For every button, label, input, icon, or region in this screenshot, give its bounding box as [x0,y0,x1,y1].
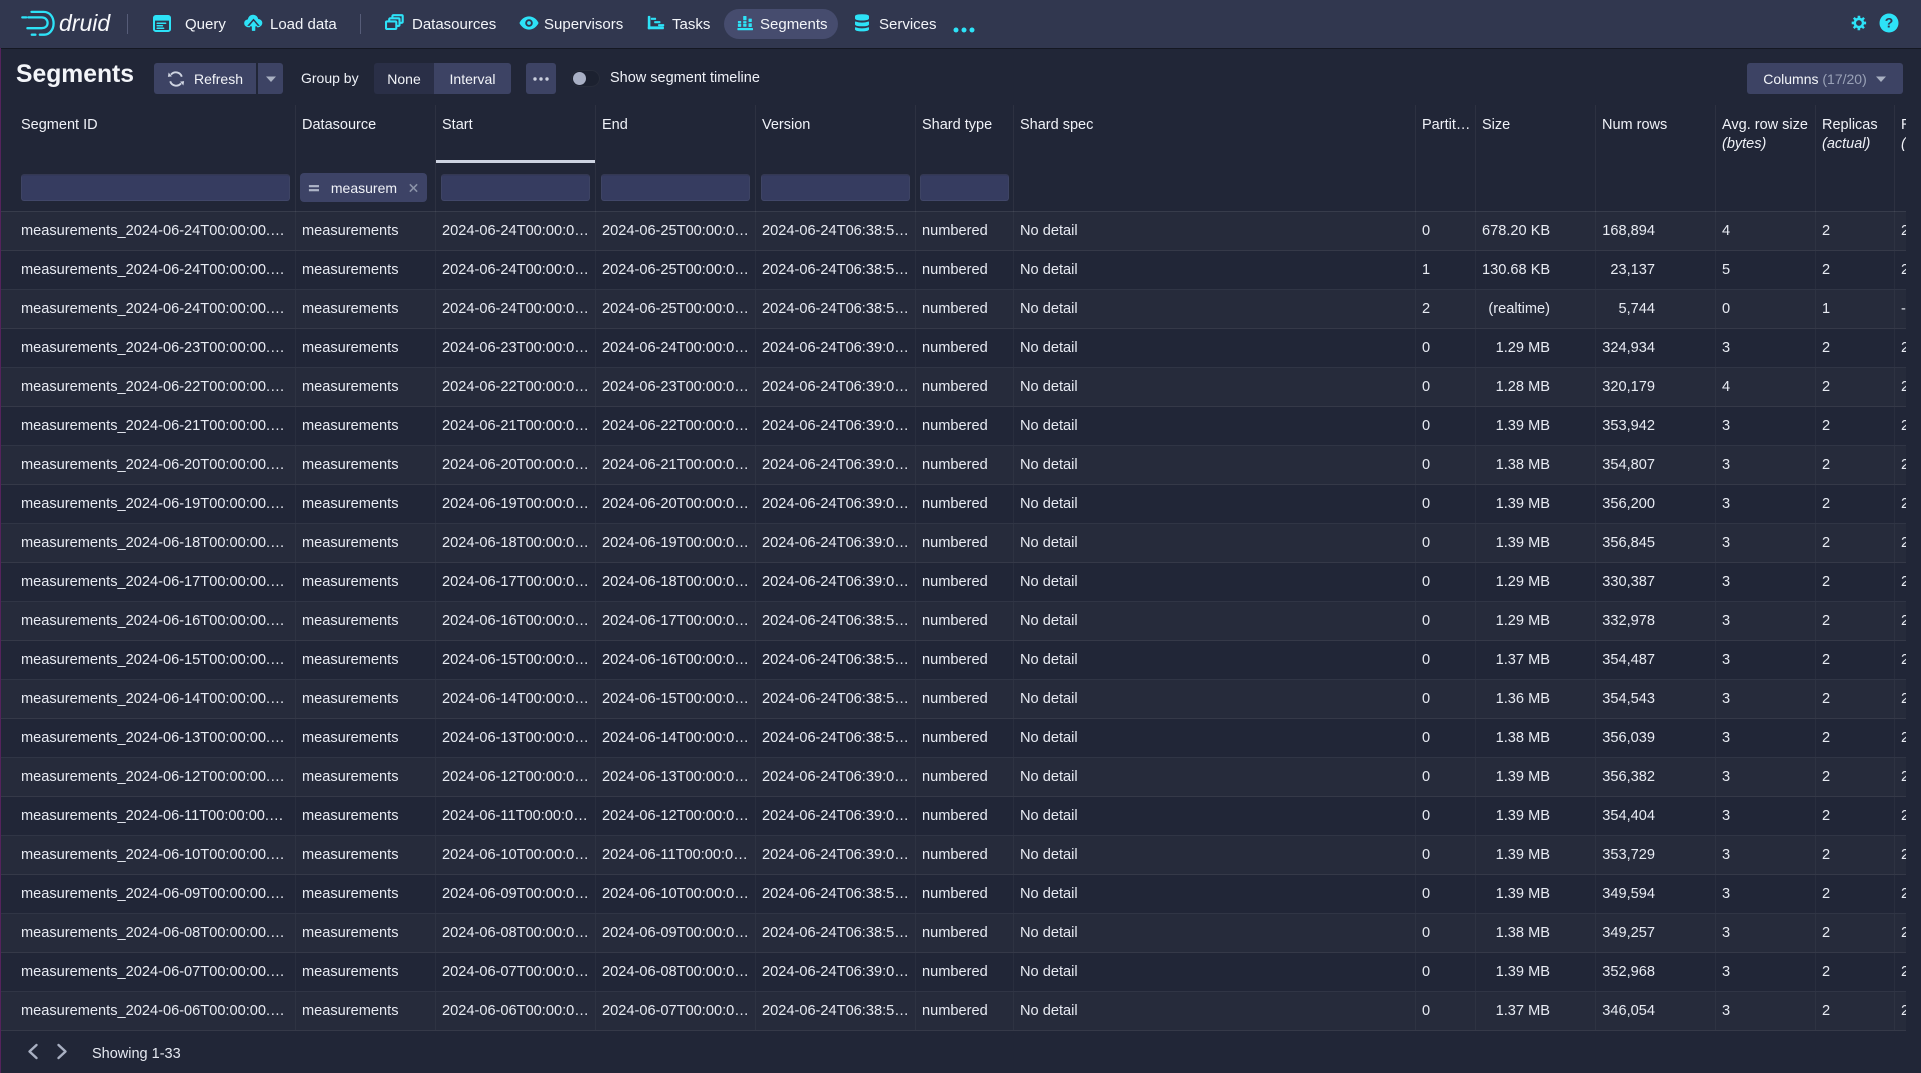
svg-text:?: ? [1885,15,1894,31]
